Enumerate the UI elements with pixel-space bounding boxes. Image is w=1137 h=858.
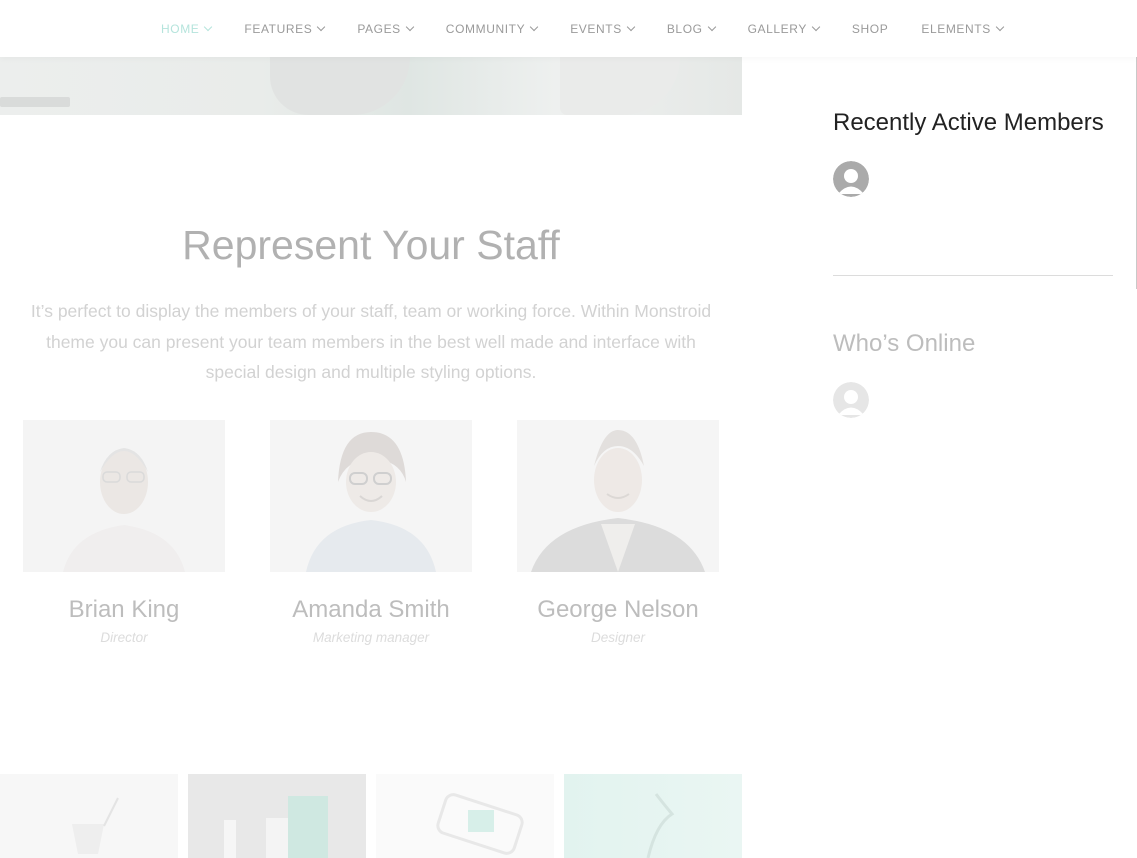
nav-item-shop[interactable]: SHOP — [852, 22, 888, 36]
whos-online-title: Who’s Online — [833, 330, 976, 357]
nav-item-label: HOME — [161, 21, 200, 36]
team-member-card: Brian King Director — [23, 420, 225, 645]
chevron-down-icon — [529, 22, 539, 31]
nav-item-elements[interactable]: ELEMENTS — [921, 21, 1005, 36]
nav-item-community[interactable]: COMMUNITY — [445, 21, 539, 36]
chevron-down-icon — [707, 22, 716, 31]
nav-item-label: EVENTS — [570, 21, 622, 36]
hero-image — [0, 57, 742, 115]
chevron-down-icon — [626, 22, 636, 31]
nav-item-gallery[interactable]: GALLERY — [747, 21, 821, 36]
gallery-item[interactable] — [188, 774, 366, 858]
hero-image-detail — [270, 57, 410, 115]
team-member-card: George Nelson Designer — [517, 420, 719, 645]
section-title: Represent Your Staff — [182, 222, 560, 268]
chevron-down-icon — [405, 22, 415, 31]
team-member-photo[interactable] — [23, 420, 225, 572]
gallery-item[interactable] — [376, 774, 554, 858]
nav-menu: HOME FEATURES PAGES COMMUNITY EVENTS BLO… — [161, 0, 1036, 57]
team-member-name[interactable]: Brian King — [23, 596, 225, 624]
chevron-down-icon — [204, 22, 213, 31]
nav-item-label: ELEMENTS — [921, 21, 991, 36]
team-member-card: Amanda Smith Marketing manager — [270, 420, 472, 645]
nav-item-blog[interactable]: BLOG — [666, 21, 716, 36]
team-member-role: Marketing manager — [312, 630, 430, 645]
hero-image-detail — [0, 97, 70, 107]
nav-item-label: BLOG — [666, 21, 703, 36]
nav-item-label: FEATURES — [244, 21, 313, 36]
main-navigation: HOME FEATURES PAGES COMMUNITY EVENTS BLO… — [0, 0, 1137, 57]
recently-active-members-title: Recently Active Members — [833, 109, 1104, 136]
team-member-role: Director — [100, 630, 148, 645]
member-avatar[interactable] — [833, 161, 869, 197]
nav-item-events[interactable]: EVENTS — [570, 21, 636, 36]
team-member-role: Designer — [590, 630, 646, 645]
gallery-item[interactable] — [0, 774, 178, 858]
portfolio-gallery — [0, 774, 742, 858]
nav-item-home[interactable]: HOME — [161, 21, 213, 36]
team-member-photo[interactable] — [517, 420, 719, 572]
chevron-down-icon — [811, 22, 821, 31]
nav-item-features[interactable]: FEATURES — [244, 21, 326, 36]
nav-item-label: COMMUNITY — [445, 21, 526, 36]
team-member-name[interactable]: George Nelson — [517, 596, 719, 624]
chevron-down-icon — [995, 22, 1005, 31]
nav-item-label: SHOP — [851, 21, 889, 36]
hero-image-detail — [560, 57, 680, 115]
nav-item-label: PAGES — [357, 21, 401, 36]
online-member-avatar[interactable] — [833, 382, 869, 418]
nav-item-pages[interactable]: PAGES — [357, 21, 415, 36]
nav-item-label: GALLERY — [747, 21, 807, 36]
section-description: It’s perfect to display the members of y… — [30, 301, 712, 382]
sidebar-divider — [833, 275, 1113, 276]
team-member-photo[interactable] — [270, 420, 472, 572]
team-member-name[interactable]: Amanda Smith — [270, 596, 472, 624]
gallery-item[interactable] — [564, 774, 742, 858]
chevron-down-icon — [317, 22, 326, 31]
